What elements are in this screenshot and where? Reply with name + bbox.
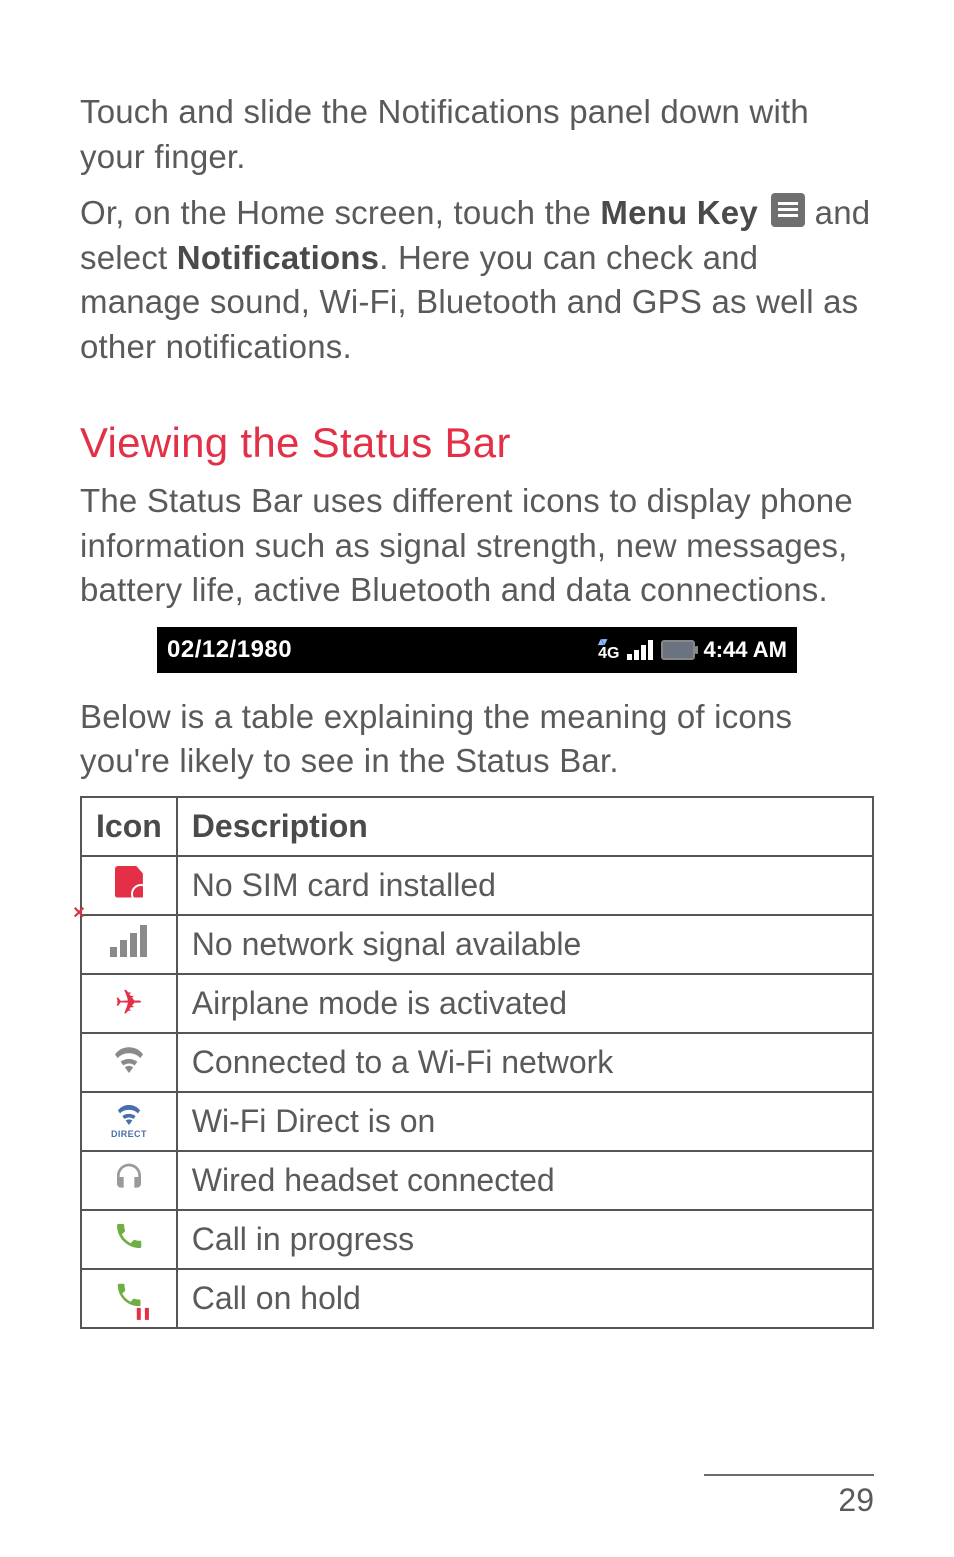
table-cell-desc: Wi-Fi Direct is on (177, 1092, 873, 1151)
table-row: Call in progress (81, 1210, 873, 1269)
table-row: No SIM card installed (81, 856, 873, 915)
intro-paragraph-2: Or, on the Home screen, touch the Menu K… (80, 191, 874, 369)
table-header-icon: Icon (81, 797, 177, 856)
statusbar-battery-icon (661, 640, 695, 660)
table-cell-desc: Call in progress (177, 1210, 873, 1269)
page-number: 29 (704, 1482, 874, 1519)
no-signal-icon (110, 925, 147, 957)
table-header-description: Description (177, 797, 873, 856)
section-intro: The Status Bar uses different icons to d… (80, 479, 874, 613)
table-cell-desc: Airplane mode is activated (177, 974, 873, 1033)
intro-p2-bold-notifications: Notifications (177, 239, 379, 276)
table-row: Wired headset connected (81, 1151, 873, 1210)
status-bar-example: 02/12/1980 4G 4:44 AM (157, 627, 797, 673)
airplane-icon: ✈ (115, 984, 144, 1022)
no-sim-icon (115, 866, 143, 898)
statusbar-4g-icon: 4G (598, 637, 619, 662)
statusbar-time: 4:44 AM (703, 637, 787, 663)
wifi-icon (112, 1044, 146, 1080)
table-cell-desc: Connected to a Wi-Fi network (177, 1033, 873, 1092)
table-cell-desc: Wired headset connected (177, 1151, 873, 1210)
wifi-direct-label: DIRECT (111, 1130, 147, 1139)
table-row: DIRECT Wi-Fi Direct is on (81, 1092, 873, 1151)
intro-p2-bold-menu-key: Menu Key (600, 194, 757, 231)
table-row: ✈ Airplane mode is activated (81, 974, 873, 1033)
icon-description-table: Icon Description No SIM card installed N… (80, 796, 874, 1329)
statusbar-signal-icon (627, 640, 653, 660)
table-cell-desc: Call on hold (177, 1269, 873, 1328)
table-cell-desc: No network signal available (177, 915, 873, 974)
call-hold-icon (114, 1284, 144, 1317)
statusbar-date: 02/12/1980 (167, 636, 292, 664)
headset-icon (113, 1164, 145, 1200)
call-icon (113, 1223, 145, 1259)
wifi-direct-icon: DIRECT (86, 1105, 172, 1139)
page-footer: 29 (704, 1474, 874, 1519)
intro-paragraph-1: Touch and slide the Notifications panel … (80, 90, 874, 179)
table-row: Call on hold (81, 1269, 873, 1328)
intro-p2-prefix: Or, on the Home screen, touch the (80, 194, 600, 231)
table-header-row: Icon Description (81, 797, 873, 856)
table-intro: Below is a table explaining the meaning … (80, 695, 874, 784)
table-cell-desc: No SIM card installed (177, 856, 873, 915)
section-heading: Viewing the Status Bar (80, 419, 874, 467)
menu-key-icon (771, 193, 805, 227)
table-row: No network signal available (81, 915, 873, 974)
table-row: Connected to a Wi-Fi network (81, 1033, 873, 1092)
